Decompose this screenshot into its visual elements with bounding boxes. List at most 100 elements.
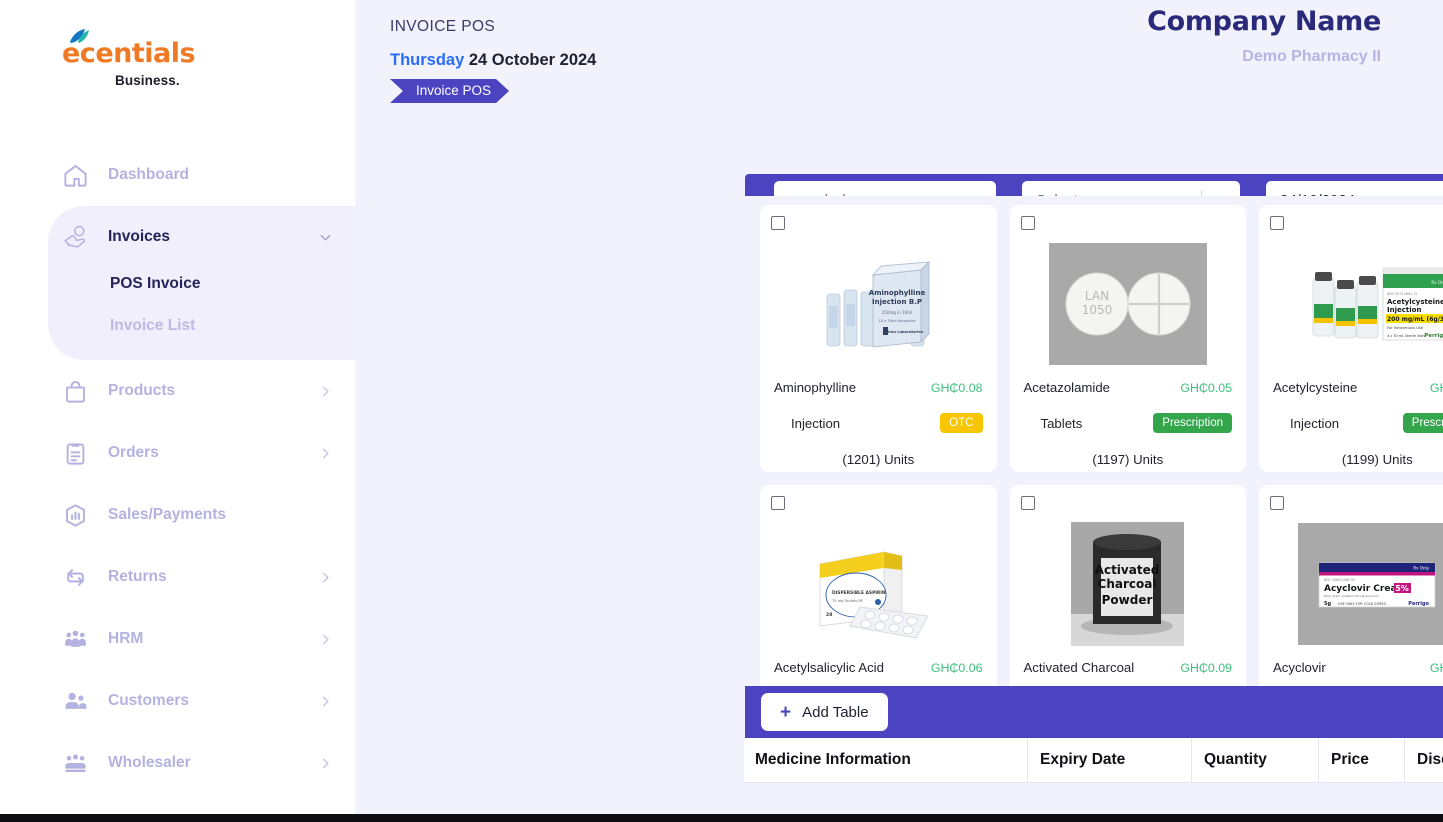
product-name-row: Acetazolamide GH₵0.05 bbox=[1021, 380, 1236, 395]
logo-subtitle: Business. bbox=[115, 73, 180, 88]
add-table-button[interactable]: + Add Table bbox=[761, 693, 888, 731]
product-image-acetylcysteine: Rx Only NDC 0574-0681-32 Acetylcysteine … bbox=[1270, 238, 1443, 370]
sidebar-item-pos-invoice[interactable]: POS Invoice bbox=[48, 268, 355, 300]
column-header-expiry-date: Expiry Date bbox=[1028, 738, 1192, 782]
product-name-row: Acetylcysteine GH₵0.07 bbox=[1270, 380, 1443, 395]
sidebar-item-wholesaler[interactable]: Wholesaler bbox=[0, 732, 355, 794]
people-row-icon bbox=[62, 750, 96, 777]
svg-text:Perrigo: Perrigo bbox=[1409, 601, 1430, 607]
status-badge: OTC bbox=[940, 413, 983, 433]
home-icon bbox=[62, 162, 96, 189]
product-image-acetazolamide: LAN 1050 bbox=[1021, 238, 1236, 370]
product-grid: Aminophylline Injection B.P 250mg in 10m… bbox=[745, 196, 1443, 686]
svg-text:5%: 5% bbox=[1395, 584, 1409, 593]
product-image-aspirin: DISPERSIBLE ASPIRIN 75 mg Tablets BP 28 bbox=[771, 518, 986, 650]
sidebar-item-hrm[interactable]: HRM bbox=[0, 608, 355, 670]
column-header-price: Price bbox=[1319, 738, 1405, 782]
product-grid-scroll[interactable]: Aminophylline Injection B.P 250mg in 10m… bbox=[745, 196, 1443, 686]
sidebar-item-returns[interactable]: Returns bbox=[0, 546, 355, 608]
sidebar-item-label: Invoices bbox=[108, 228, 171, 245]
column-header-quantity: Quantity bbox=[1192, 738, 1319, 782]
product-image-acyclovir-cream: Rx Only NDC 45802-066-35 Acyclovir Cream… bbox=[1270, 518, 1443, 650]
svg-text:LAN: LAN bbox=[1085, 289, 1109, 303]
product-form: Injection bbox=[1290, 415, 1340, 431]
product-card[interactable]: LAN 1050 Acetazolamide GH₵0.05 Tablets P… bbox=[1009, 205, 1246, 472]
product-name: Acetylcysteine bbox=[1273, 380, 1358, 395]
sidebar: ecentials Business. Dashboard Invoices P… bbox=[0, 0, 355, 822]
bottom-edge bbox=[0, 814, 1443, 822]
sidebar-item-label: Orders bbox=[108, 444, 159, 461]
product-price: GH₵0.07 bbox=[1429, 380, 1443, 395]
sidebar-item-products[interactable]: Products bbox=[0, 360, 355, 422]
sidebar-item-orders[interactable]: Orders bbox=[0, 422, 355, 484]
two-people-icon bbox=[62, 688, 96, 715]
product-price: GH₵0.05 bbox=[1180, 380, 1232, 395]
product-checkbox[interactable] bbox=[1270, 216, 1284, 230]
svg-text:For Intravenous Use: For Intravenous Use bbox=[1387, 326, 1424, 330]
sidebar-item-sales-payments[interactable]: Sales/Payments bbox=[0, 484, 355, 546]
product-card[interactable]: Aminophylline Injection B.P 250mg in 10m… bbox=[760, 205, 997, 472]
sidebar-nav: Dashboard Invoices POS Invoice Invoice L… bbox=[0, 144, 355, 822]
product-form-row: Injection Prescription bbox=[1270, 413, 1443, 433]
product-form-row: Injection OTC bbox=[771, 413, 986, 433]
company-block: Company Name Demo Pharmacy II bbox=[1147, 6, 1381, 66]
product-price: GH₵0.08 bbox=[930, 380, 983, 395]
status-badge: Prescription bbox=[1153, 413, 1232, 433]
breadcrumb: Invoice POS bbox=[390, 79, 1399, 103]
chevron-right-icon[interactable] bbox=[318, 446, 333, 461]
company-branch: Demo Pharmacy II bbox=[1242, 48, 1381, 65]
product-checkbox[interactable] bbox=[771, 216, 785, 230]
chevron-right-icon[interactable] bbox=[318, 756, 333, 771]
svg-text:Each gram contains 50 mg acycl: Each gram contains 50 mg acyclovir bbox=[1324, 594, 1379, 598]
company-name: Company Name bbox=[1147, 6, 1381, 37]
product-card[interactable]: DISPERSIBLE ASPIRIN 75 mg Tablets BP 28 bbox=[760, 485, 997, 686]
svg-text:5g: 5g bbox=[1324, 601, 1331, 607]
product-checkbox[interactable] bbox=[1020, 216, 1035, 230]
chevron-down-icon[interactable] bbox=[318, 230, 333, 245]
sidebar-item-invoice-list[interactable]: Invoice List bbox=[48, 310, 355, 342]
column-header-medicine-information: Medicine Information bbox=[744, 738, 1028, 782]
product-form: Tablets bbox=[1040, 415, 1083, 431]
product-image-activated-charcoal: Activated Charcoal Powder bbox=[1021, 518, 1236, 650]
pos-invoice-page: ecentials Business. Dashboard Invoices P… bbox=[0, 0, 1443, 822]
sidebar-item-customers[interactable]: Customers bbox=[0, 670, 355, 732]
chart-hexagon-icon bbox=[62, 502, 96, 529]
product-name: Acyclovir bbox=[1273, 660, 1326, 675]
svg-text:4 x 30 mL Sterile Vials: 4 x 30 mL Sterile Vials bbox=[1387, 334, 1425, 338]
date-text: 24 October 2024 bbox=[468, 51, 597, 69]
clipboard-icon bbox=[62, 440, 96, 467]
sidebar-item-label: HRM bbox=[108, 630, 144, 647]
product-name-row: Activated Charcoal GH₵0.09 bbox=[1021, 660, 1236, 675]
svg-text:Hiran Laboratories: Hiran Laboratories bbox=[885, 330, 923, 334]
svg-text:Activated: Activated bbox=[1095, 563, 1160, 577]
chevron-right-icon[interactable] bbox=[318, 570, 333, 585]
product-price: GH₵0.09 bbox=[1180, 660, 1232, 675]
plus-icon: + bbox=[780, 701, 792, 723]
product-name: Activated Charcoal bbox=[1023, 660, 1135, 675]
svg-text:Injection B.P: Injection B.P bbox=[872, 298, 922, 306]
svg-text:10 x 10ml Ampoules: 10 x 10ml Ampoules bbox=[879, 319, 916, 323]
svg-text:250mg in 10ml: 250mg in 10ml bbox=[882, 310, 912, 315]
breadcrumb-item-invoice-pos[interactable]: Invoice POS bbox=[390, 79, 509, 103]
product-card[interactable]: Rx Only NDC 0574-0681-32 Acetylcysteine … bbox=[1259, 205, 1443, 472]
app-logo[interactable]: ecentials Business. bbox=[0, 0, 355, 88]
product-card[interactable]: Rx Only NDC 45802-066-35 Acyclovir Cream… bbox=[1259, 485, 1443, 686]
hand-invoice-icon bbox=[62, 223, 96, 251]
product-name: Acetylsalicylic Acid bbox=[774, 660, 884, 675]
product-checkbox[interactable] bbox=[1270, 496, 1284, 510]
sidebar-item-dashboard[interactable]: Dashboard bbox=[0, 144, 355, 206]
chevron-right-icon[interactable] bbox=[318, 632, 333, 647]
chevron-right-icon[interactable] bbox=[318, 694, 333, 709]
sidebar-item-label: Products bbox=[108, 382, 176, 399]
sidebar-item-invoices[interactable]: Invoices bbox=[48, 206, 355, 268]
product-card[interactable]: Activated Charcoal Powder Activated Char… bbox=[1009, 485, 1246, 686]
product-checkbox[interactable] bbox=[1020, 496, 1035, 510]
svg-text:Rx Only: Rx Only bbox=[1431, 280, 1443, 285]
product-units: (1197) Units bbox=[1092, 452, 1164, 467]
svg-text:Charcoal: Charcoal bbox=[1098, 577, 1157, 591]
svg-text:Injection: Injection bbox=[1387, 306, 1421, 314]
svg-text:Perrigo: Perrigo bbox=[1424, 333, 1443, 339]
chevron-right-icon[interactable] bbox=[318, 384, 333, 399]
product-checkbox[interactable] bbox=[771, 496, 785, 510]
product-units: (1201) Units bbox=[842, 452, 915, 467]
